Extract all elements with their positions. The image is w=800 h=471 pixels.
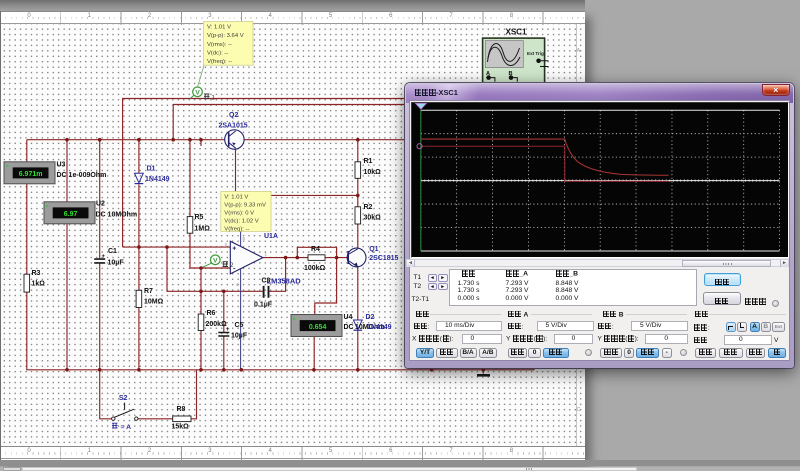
- svg-text:A: A: [486, 71, 490, 77]
- svg-text:C1: C1: [108, 248, 117, 255]
- svg-text:200kΩ: 200kΩ: [206, 321, 228, 328]
- svg-text:15kΩ: 15kΩ: [172, 423, 190, 430]
- svg-text:100kΩ: 100kΩ: [304, 265, 326, 272]
- svg-text:6.97: 6.97: [64, 211, 78, 218]
- svg-text:8: 8: [243, 236, 246, 241]
- svg-text:B: B: [509, 71, 513, 77]
- svg-text:10MΩ: 10MΩ: [144, 298, 164, 305]
- svg-text:+: +: [226, 327, 230, 333]
- svg-text:1N4149: 1N4149: [367, 324, 392, 331]
- svg-text:6.971m: 6.971m: [19, 171, 43, 178]
- svg-text:1kΩ: 1kΩ: [32, 280, 46, 287]
- svg-text:0.654: 0.654: [309, 324, 327, 331]
- svg-text:V: V: [213, 257, 218, 264]
- svg-text:+: +: [102, 254, 106, 260]
- svg-text:S2: S2: [119, 395, 128, 402]
- svg-text:2SC1815: 2SC1815: [369, 255, 398, 262]
- svg-text:XSC1: XSC1: [506, 28, 527, 37]
- svg-text:10kΩ: 10kΩ: [364, 169, 382, 176]
- svg-text:DC: DC: [344, 324, 354, 331]
- svg-text:U1A: U1A: [264, 233, 278, 240]
- svg-text:C5: C5: [235, 322, 244, 329]
- svg-text:3: 3: [225, 242, 228, 247]
- svg-text:LM358AD: LM358AD: [267, 277, 302, 286]
- svg-text:+: +: [232, 245, 236, 252]
- svg-text:R6: R6: [207, 310, 216, 317]
- svg-text:V: 1.01 V: V: 1.01 V: [207, 25, 231, 31]
- svg-text:V(dc): --: V(dc): --: [207, 50, 228, 56]
- svg-text:Q2: Q2: [229, 112, 238, 119]
- svg-text:V(freq): --: V(freq): --: [224, 227, 249, 233]
- svg-text:R4: R4: [311, 246, 320, 253]
- svg-text:DC 1e-009Ohm: DC 1e-009Ohm: [57, 172, 107, 179]
- svg-text:D2: D2: [366, 314, 375, 321]
- svg-text:V: V: [195, 89, 200, 96]
- svg-text:4: 4: [236, 282, 239, 287]
- svg-text:U2: U2: [96, 200, 105, 207]
- svg-text:= A: = A: [121, 424, 132, 431]
- svg-text:1N4149: 1N4149: [145, 176, 170, 183]
- svg-text:DC 10MOhm: DC 10MOhm: [96, 211, 138, 218]
- svg-text:U3: U3: [57, 161, 66, 168]
- svg-text:Ext Trig: Ext Trig: [527, 51, 544, 56]
- svg-text:U4: U4: [344, 314, 353, 321]
- svg-text:30kΩ: 30kΩ: [364, 215, 382, 222]
- svg-text:R8: R8: [177, 406, 186, 413]
- svg-text:V: 1.01 V: V: 1.01 V: [224, 194, 248, 200]
- svg-text:1: 1: [265, 252, 268, 257]
- svg-text:V(dc): 1.02 V: V(dc): 1.02 V: [224, 219, 258, 225]
- svg-text:R7: R7: [144, 288, 153, 295]
- svg-text:10µF: 10µF: [108, 259, 125, 266]
- svg-text:V(rms): --: V(rms): --: [207, 42, 232, 48]
- svg-text:V(rms): 0 V: V(rms): 0 V: [224, 211, 254, 217]
- svg-text:10µF: 10µF: [231, 333, 248, 340]
- svg-text:0.1µF: 0.1µF: [254, 301, 273, 308]
- svg-text:1MΩ: 1MΩ: [195, 225, 211, 232]
- svg-text:R3: R3: [32, 270, 41, 277]
- svg-text:R5: R5: [195, 214, 204, 221]
- svg-text:Q1: Q1: [369, 246, 378, 253]
- svg-text:R1: R1: [364, 158, 373, 165]
- svg-text:V(p-p): 9.33 mV: V(p-p): 9.33 mV: [224, 202, 266, 208]
- svg-text:2: 2: [230, 262, 234, 269]
- svg-text:2SA1015: 2SA1015: [219, 122, 248, 129]
- svg-text:R2: R2: [364, 204, 373, 211]
- svg-text:1: 1: [212, 94, 216, 101]
- svg-text:D1: D1: [147, 166, 156, 173]
- svg-text:V(p-p): 3.64 V: V(p-p): 3.64 V: [207, 33, 244, 39]
- svg-text:V(freq): --: V(freq): --: [207, 59, 232, 65]
